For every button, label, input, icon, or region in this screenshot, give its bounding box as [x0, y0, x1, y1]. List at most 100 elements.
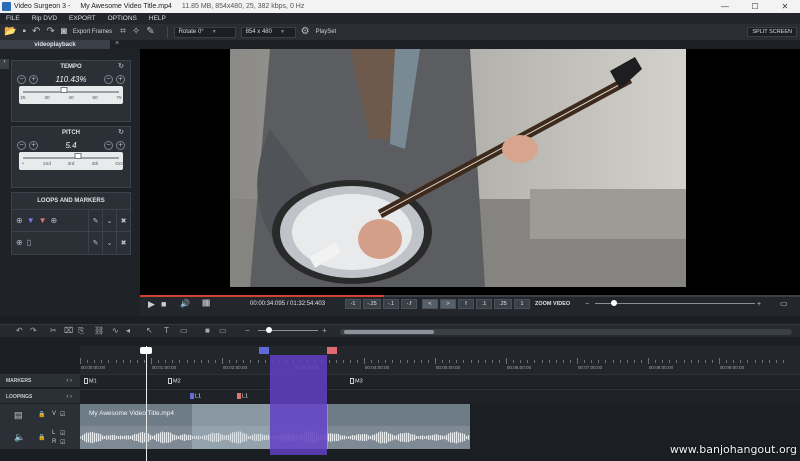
open-folder-icon[interactable]: 📂: [4, 27, 16, 37]
camera-icon[interactable]: ◙: [61, 27, 67, 37]
zoom-out-icon[interactable]: −: [245, 326, 250, 335]
timeline-scroll-thumb[interactable]: [344, 330, 434, 334]
redo-icon[interactable]: ↷: [30, 326, 37, 335]
minus-icon[interactable]: −: [17, 75, 26, 84]
text-icon[interactable]: T: [164, 326, 169, 335]
play-icon[interactable]: ▶: [148, 299, 155, 310]
right-channel-icon[interactable]: R: [52, 439, 56, 445]
menu-help[interactable]: HELP: [149, 15, 166, 22]
gear-icon[interactable]: ⚙: [301, 27, 310, 37]
close-icon[interactable]: ✕: [770, 2, 800, 11]
stop-icon[interactable]: ■: [161, 299, 166, 309]
zoom-in-icon[interactable]: +: [757, 301, 761, 308]
step-minus-1-tenth-button[interactable]: -.1: [383, 299, 399, 309]
marker-m3[interactable]: M3: [350, 378, 363, 384]
link-icon[interactable]: ⛓: [94, 326, 104, 335]
zoom-slider[interactable]: [595, 300, 755, 306]
add-marker-icon[interactable]: ⊕: [16, 238, 23, 247]
step-plus-frame-button[interactable]: f: [458, 299, 474, 309]
volume-icon[interactable]: 🔊: [180, 299, 190, 308]
marker-icon[interactable]: ▯: [27, 238, 31, 247]
marker-m2[interactable]: M2: [168, 378, 181, 384]
delete-icon[interactable]: ✖: [116, 232, 130, 253]
plus-icon[interactable]: +: [29, 141, 38, 150]
tempo-slider-thumb[interactable]: [60, 87, 68, 93]
cut-icon[interactable]: ⌧: [64, 326, 73, 335]
fullscreen-icon[interactable]: ▭: [780, 299, 788, 308]
redo-icon[interactable]: ↷: [46, 27, 54, 37]
menu-options[interactable]: OPTIONS: [108, 15, 137, 22]
zoom-slider-thumb[interactable]: [611, 300, 617, 306]
stop-square-icon[interactable]: ■: [205, 326, 210, 335]
refresh-icon[interactable]: ↻: [118, 61, 124, 73]
step-minus-frame-button[interactable]: -.f: [401, 299, 417, 309]
save-icon[interactable]: ▪: [22, 27, 26, 37]
rotate-dropdown[interactable]: Rotate 0° ▼: [173, 26, 236, 38]
minimize-icon[interactable]: —: [710, 2, 740, 11]
video-toggle-icon[interactable]: V: [52, 411, 56, 417]
lane-arrows-icon[interactable]: ‹ ›: [66, 378, 72, 384]
minus-icon[interactable]: −: [104, 75, 113, 84]
step-back-button[interactable]: <: [422, 299, 438, 309]
chevron-down-icon[interactable]: ⌄: [102, 210, 116, 231]
zoom-in-icon[interactable]: +: [322, 326, 327, 335]
lane-arrows-icon[interactable]: ‹ ›: [66, 394, 72, 400]
pitch-slider[interactable]: +2nd 3rd 4th Oct: [19, 152, 123, 170]
menu-export[interactable]: EXPORT: [69, 15, 96, 22]
copy-icon[interactable]: ⎘: [78, 326, 84, 336]
undo-icon[interactable]: ↶: [32, 27, 40, 37]
delete-icon[interactable]: ✖: [116, 210, 130, 231]
zoom-out-icon[interactable]: −: [585, 301, 589, 308]
export-frames-button[interactable]: Export Frames: [73, 29, 112, 35]
add-marker-icon[interactable]: ⊕: [16, 216, 23, 225]
step-plus-1-tenth-button[interactable]: .1: [476, 299, 492, 309]
loop-end-handle[interactable]: [327, 347, 337, 354]
playhead[interactable]: [146, 346, 147, 461]
marker-m1[interactable]: M1: [84, 378, 97, 384]
plus-icon[interactable]: +: [29, 75, 38, 84]
timeline-zoom-thumb[interactable]: [266, 327, 272, 333]
checkbox-icon[interactable]: ☑: [60, 430, 65, 437]
step-minus-25-button[interactable]: -.25: [363, 299, 381, 309]
minus-icon[interactable]: −: [104, 141, 113, 150]
crop-icon[interactable]: ⌗: [120, 27, 126, 37]
blue-marker-icon[interactable]: ▼: [27, 216, 35, 225]
volume-meter-icon[interactable]: |||||||||: [202, 300, 210, 307]
lock-icon[interactable]: 🔒: [38, 411, 45, 418]
waveform-icon[interactable]: ∿: [112, 326, 119, 335]
refresh-icon[interactable]: ↻: [118, 127, 124, 139]
undo-icon[interactable]: ↶: [16, 326, 23, 335]
progress-bar[interactable]: [140, 295, 800, 297]
split-screen-button[interactable]: SPLIT SCREEN: [747, 27, 797, 37]
tab-videoplayback[interactable]: videoplayback: [0, 40, 110, 49]
step-plus-25-button[interactable]: .25: [494, 299, 512, 309]
caption-icon[interactable]: ▭: [180, 326, 188, 335]
panel-toggle-icon[interactable]: ‹: [0, 59, 9, 69]
loop-marker-end[interactable]: L1: [237, 393, 248, 399]
resolution-dropdown[interactable]: 854 x 480 ▼: [240, 26, 296, 38]
chevron-down-icon[interactable]: ⌄: [102, 232, 116, 253]
close-tab-icon[interactable]: ×: [115, 40, 119, 47]
step-forward-button[interactable]: >: [440, 299, 456, 309]
cursor-icon[interactable]: ↖: [146, 326, 153, 335]
minus-icon[interactable]: −: [17, 141, 26, 150]
loop-start-handle[interactable]: [259, 347, 269, 354]
edit-icon[interactable]: ✎: [146, 27, 154, 37]
step-plus-1-button[interactable]: 1: [514, 299, 530, 309]
add-loop-icon[interactable]: ⊕: [51, 216, 58, 225]
tempo-slider[interactable]: 25 30 40 50 75: [19, 86, 123, 104]
pitch-slider-thumb[interactable]: [74, 153, 82, 159]
video-viewport[interactable]: [140, 49, 800, 295]
lock-icon[interactable]: 🔒: [38, 434, 45, 441]
step-minus-1-button[interactable]: -1: [345, 299, 361, 309]
menu-file[interactable]: FILE: [6, 15, 20, 22]
clip-icon[interactable]: ▭: [219, 326, 227, 335]
time-ruler[interactable]: 00:00:00:0000:01:00:0000:02:00:0000:03:0…: [80, 346, 800, 374]
prev-marker-icon[interactable]: ◂: [126, 326, 130, 335]
playlist-button[interactable]: PlaySet: [316, 29, 337, 35]
selection-region[interactable]: [270, 355, 327, 455]
edit-icon[interactable]: ✎: [88, 210, 102, 231]
scissors-icon[interactable]: ✂: [50, 326, 57, 335]
edit-icon[interactable]: ✎: [88, 232, 102, 253]
checkbox-icon[interactable]: ☑: [60, 411, 65, 418]
